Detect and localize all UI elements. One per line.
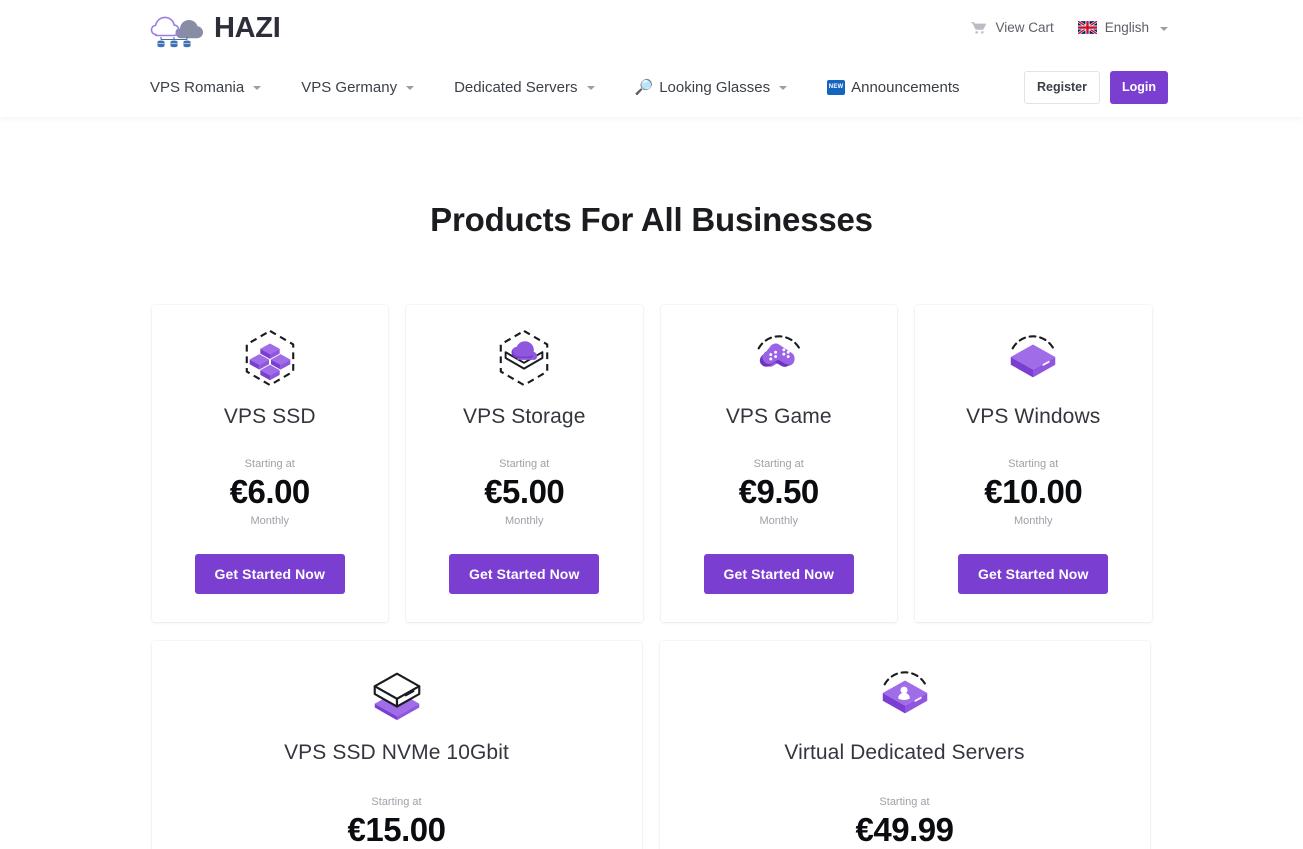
main-nav: VPS Romania VPS Germany Dedicated Server… <box>0 57 1303 117</box>
nav-item-looking-glasses[interactable]: 🔎 Looking Glasses <box>635 79 788 96</box>
chevron-down-icon <box>253 86 262 90</box>
starting-at-label: Starting at <box>753 458 804 470</box>
hexagon-cloud-icon <box>494 327 554 389</box>
site-header: HAZI View Cart English VPS Romania VPS G… <box>0 0 1303 117</box>
nav-item-vps-romania[interactable]: VPS Romania <box>150 78 262 96</box>
uk-flag-icon <box>1077 20 1098 35</box>
view-cart-link[interactable]: View Cart <box>970 20 1054 35</box>
billing-cycle-label: Monthly <box>759 515 799 528</box>
view-cart-label: View Cart <box>995 20 1054 35</box>
main-content: Products For All Businesses VPS SSD Star… <box>0 117 1303 849</box>
nav-label: VPS Germany <box>301 78 398 96</box>
product-card-vps-storage[interactable]: VPS Storage Starting at €5.00 Monthly Ge… <box>406 305 643 623</box>
starting-at-label: Starting at <box>371 796 422 809</box>
register-button[interactable]: Register <box>1024 70 1100 104</box>
page-title: Products For All Businesses <box>430 201 873 238</box>
get-started-button[interactable]: Get Started Now <box>449 554 600 595</box>
nav-label: Looking Glasses <box>659 78 771 96</box>
nav-item-announcements[interactable]: NEW Announcements <box>827 78 960 96</box>
language-label: English <box>1104 20 1149 35</box>
nav-item-vps-germany[interactable]: VPS Germany <box>301 78 415 96</box>
cloud-servers-logo-icon <box>150 9 206 49</box>
starting-at-label: Starting at <box>244 458 295 470</box>
product-name: Virtual Dedicated Servers <box>784 741 1025 765</box>
cart-icon <box>970 20 987 35</box>
auth-buttons: Register Login <box>1024 70 1168 104</box>
hexagon-cubes-icon <box>240 327 300 389</box>
new-badge-icon: NEW <box>827 79 846 95</box>
product-price: €15.00 <box>347 811 446 849</box>
nav-label: Announcements <box>851 78 960 96</box>
brand-name: HAZI <box>214 12 281 44</box>
product-name: VPS SSD <box>223 405 316 428</box>
top-bar: HAZI View Cart English <box>0 0 1303 57</box>
nav-items: VPS Romania VPS Germany Dedicated Server… <box>150 79 960 96</box>
product-card-vps-ssd-nvme[interactable]: VPS SSD NVMe 10Gbit Starting at €15.00 M… <box>151 641 642 849</box>
product-row-2: VPS SSD NVMe 10Gbit Starting at €15.00 M… <box>151 641 1152 849</box>
product-card-virtual-dedicated-servers[interactable]: Virtual Dedicated Servers Starting at €4… <box>659 641 1150 849</box>
brand-logo-link[interactable]: HAZI <box>150 9 281 49</box>
starting-at-label: Starting at <box>499 458 550 470</box>
chevron-down-icon <box>406 86 415 90</box>
product-name: VPS Game <box>725 405 832 428</box>
product-price: €6.00 <box>229 473 311 510</box>
starting-at-label: Starting at <box>879 796 930 809</box>
top-bar-right: View Cart English <box>970 20 1168 37</box>
billing-cycle-label: Monthly <box>250 515 290 528</box>
chevron-down-icon <box>779 86 788 90</box>
product-price: €9.50 <box>738 473 820 510</box>
product-card-vps-ssd[interactable]: VPS SSD Starting at €6.00 Monthly Get St… <box>151 305 388 623</box>
stacked-box-icon <box>367 663 427 725</box>
gamepad-icon <box>749 327 809 389</box>
product-card-vps-windows[interactable]: VPS Windows Starting at €10.00 Monthly G… <box>915 305 1152 623</box>
language-selector[interactable]: English <box>1077 20 1168 35</box>
login-button[interactable]: Login <box>1110 70 1168 104</box>
get-started-button[interactable]: Get Started Now <box>958 554 1109 595</box>
product-price: €10.00 <box>984 473 1083 510</box>
hexagon-user-icon <box>875 663 935 725</box>
product-price: €5.00 <box>484 473 565 510</box>
product-cards: VPS SSD Starting at €6.00 Monthly Get St… <box>151 239 1152 849</box>
hexagon-slab-icon <box>1003 327 1063 389</box>
get-started-button[interactable]: Get Started Now <box>703 554 854 595</box>
chevron-down-icon <box>586 86 595 90</box>
magnifying-glass-icon: 🔎 <box>634 78 654 96</box>
product-price: €49.99 <box>855 811 954 849</box>
product-name: VPS SSD NVMe 10Gbit <box>284 741 509 765</box>
starting-at-label: Starting at <box>1008 458 1059 470</box>
product-name: VPS Storage <box>462 405 586 428</box>
nav-label: Dedicated Servers <box>454 78 578 96</box>
nav-label: VPS Romania <box>150 78 245 96</box>
product-card-vps-game[interactable]: VPS Game Starting at €9.50 Monthly Get S… <box>660 305 897 623</box>
chevron-down-icon <box>1160 26 1168 31</box>
billing-cycle-label: Monthly <box>504 515 544 528</box>
product-name: VPS Windows <box>966 405 1101 428</box>
billing-cycle-label: Monthly <box>1013 515 1053 528</box>
get-started-button[interactable]: Get Started Now <box>194 554 345 595</box>
nav-item-dedicated-servers[interactable]: Dedicated Servers <box>454 78 595 96</box>
product-row-1: VPS SSD Starting at €6.00 Monthly Get St… <box>151 305 1152 623</box>
